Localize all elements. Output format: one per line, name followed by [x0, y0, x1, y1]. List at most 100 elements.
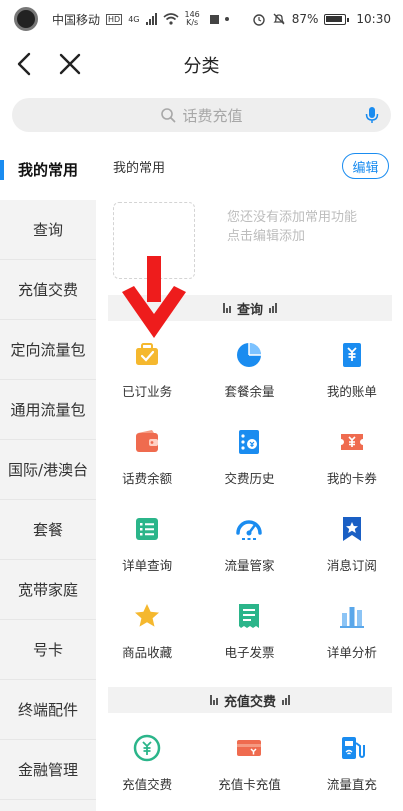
yuan-bill-icon	[342, 343, 361, 367]
bars-decoration-icon	[282, 695, 290, 705]
grid-item-favorites-products[interactable]: 商品收藏	[96, 581, 198, 668]
search-input[interactable]: 话费充值	[12, 98, 391, 132]
grid-item-label: 流量管家	[224, 558, 275, 573]
yuan-circle-icon	[133, 734, 161, 762]
grid-item-label: 交费历史	[224, 471, 275, 486]
net-speed-unit: K/s	[186, 18, 199, 27]
back-arrow-icon[interactable]	[12, 50, 40, 78]
sidebar-item-label: 国际/港澳台	[7, 461, 89, 479]
section-title: 查询	[236, 302, 263, 318]
grid-item-label: 详单分析	[326, 645, 377, 660]
recharge-card-icon	[237, 740, 262, 756]
pie-chart-icon	[237, 343, 262, 367]
grid-item-label: 消息订阅	[326, 558, 377, 573]
grid-item-label: 我的卡券	[326, 471, 377, 486]
briefcase-check-icon	[136, 343, 159, 365]
grid-item-recharge-pay[interactable]: 充值交费	[96, 713, 198, 800]
edit-button[interactable]: 编辑	[342, 153, 389, 179]
grid-item-data-manager[interactable]: 流量管家	[198, 494, 300, 581]
sidebar-item-label: 终端配件	[17, 701, 78, 719]
speedometer-icon	[236, 520, 263, 540]
sidebar-item-devices[interactable]: 终端配件	[0, 680, 96, 740]
grid-item-label: 充值交费	[122, 777, 173, 792]
grid-item-card-recharge[interactable]: 充值卡充值	[198, 713, 300, 800]
sidebar-item-general-data[interactable]: 通用流量包	[0, 380, 96, 440]
carrier-name: 中国移动	[52, 12, 101, 27]
sidebar-item-label: 定向流量包	[10, 341, 86, 359]
grid-item-balance[interactable]: 话费余额	[96, 407, 198, 494]
sidebar-item-label: 号卡	[32, 641, 63, 659]
star-icon	[135, 604, 160, 627]
sidebar-item-recharge[interactable]: 充值交费	[0, 260, 96, 320]
status-bar: 中国移动 HD 4G 146 K/s 87% 10:30	[0, 0, 403, 38]
invoice-icon	[239, 604, 260, 628]
search-icon	[161, 108, 176, 123]
sidebar-item-query[interactable]: 查询	[0, 200, 96, 260]
grid-item-data-direct-recharge[interactable]: 流量直充	[301, 713, 403, 800]
nav-header: 分类	[0, 40, 403, 86]
red-arrow-annotation-icon	[122, 256, 186, 338]
grid-item-message-subscription[interactable]: 消息订阅	[301, 494, 403, 581]
sidebar-item-favorites[interactable]: 我的常用	[0, 140, 96, 200]
grid-item-payment-history[interactable]: 交费历史	[198, 407, 300, 494]
clock: 10:30	[356, 12, 391, 26]
sidebar-item-label: 充值交费	[17, 281, 78, 299]
status-left: 中国移动 HD 4G 146 K/s	[14, 7, 229, 31]
fuel-pump-icon	[341, 737, 365, 759]
category-content: 我的常用 编辑 您还没有添加常用功能 点击编辑添加 查询 已订业务 套餐余量 我…	[96, 140, 403, 811]
sidebar-item-label: 查询	[32, 221, 63, 239]
list-detail-icon	[136, 518, 159, 540]
grid-item-usage-analysis[interactable]: 详单分析	[301, 581, 403, 668]
sidebar-item-broadband[interactable]: 宽带家庭	[0, 560, 96, 620]
coupon-icon	[340, 434, 363, 450]
grid-item-label: 电子发票	[224, 645, 275, 660]
sidebar-item-label: 金融管理	[17, 761, 78, 779]
network-type: 4G	[128, 14, 140, 24]
payment-history-icon	[239, 430, 260, 454]
search-inner: 话费充值	[160, 105, 243, 126]
grid-item-label: 流量直充	[326, 777, 377, 792]
section-title: 充值交费	[223, 694, 276, 710]
sidebar-item-directed-data[interactable]: 定向流量包	[0, 320, 96, 380]
wallet-icon	[136, 430, 159, 452]
bars-decoration-icon	[209, 695, 218, 705]
sidebar-item-label: 套餐	[32, 521, 63, 539]
sidebar-item-label: 宽带家庭	[17, 581, 78, 599]
alarm-icon	[253, 14, 265, 26]
net-speed: 146 K/s	[185, 11, 200, 27]
sidebar-item-international[interactable]: 国际/港澳台	[0, 440, 96, 500]
status-right: 87% 10:30	[252, 12, 391, 26]
grid-item-my-coupons[interactable]: 我的卡券	[301, 407, 403, 494]
grid-item-label: 商品收藏	[122, 645, 173, 660]
sidebar-item-label: 通用流量包	[10, 401, 86, 419]
camera-punch-hole	[14, 7, 38, 31]
sidebar-item-sim-cards[interactable]: 号卡	[0, 620, 96, 680]
mute-bell-icon	[273, 13, 285, 25]
grid-item-my-bill[interactable]: 我的账单	[301, 320, 403, 407]
recharge-grid: 充值交费 充值卡充值 流量直充	[96, 713, 403, 800]
notification-dot-icon	[224, 17, 229, 21]
grid-item-label: 充值卡充值	[218, 777, 281, 792]
bar-chart-icon	[339, 607, 364, 628]
favorites-empty-hint: 您还没有添加常用功能 点击编辑添加	[227, 208, 377, 246]
bars-decoration-icon	[269, 303, 277, 313]
grid-item-e-invoice[interactable]: 电子发票	[198, 581, 300, 668]
battery-icon	[324, 13, 350, 25]
grid-item-label: 详单查询	[122, 558, 173, 573]
category-sidebar: 我的常用 查询 充值交费 定向流量包 通用流量包 国际/港澳台 套餐 宽带家庭 …	[0, 140, 96, 811]
grid-item-plan-balance[interactable]: 套餐余量	[198, 320, 300, 407]
favorites-empty-line1: 您还没有添加常用功能	[227, 210, 358, 225]
bookmark-star-icon	[342, 517, 361, 541]
grid-item-label: 套餐余量	[224, 384, 275, 399]
search-placeholder: 话费充值	[182, 106, 243, 125]
sidebar-item-finance[interactable]: 金融管理	[0, 740, 96, 800]
battery-percent: 87%	[291, 12, 319, 26]
sidebar-item-plans[interactable]: 套餐	[0, 500, 96, 560]
microphone-icon[interactable]	[361, 104, 383, 126]
signal-icon	[145, 13, 157, 25]
wifi-icon	[162, 13, 179, 25]
section-header-recharge: 充值交费	[108, 687, 392, 713]
close-icon[interactable]	[56, 50, 84, 78]
grid-item-detailed-records[interactable]: 详单查询	[96, 494, 198, 581]
grid-item-label: 已订业务	[122, 384, 173, 399]
